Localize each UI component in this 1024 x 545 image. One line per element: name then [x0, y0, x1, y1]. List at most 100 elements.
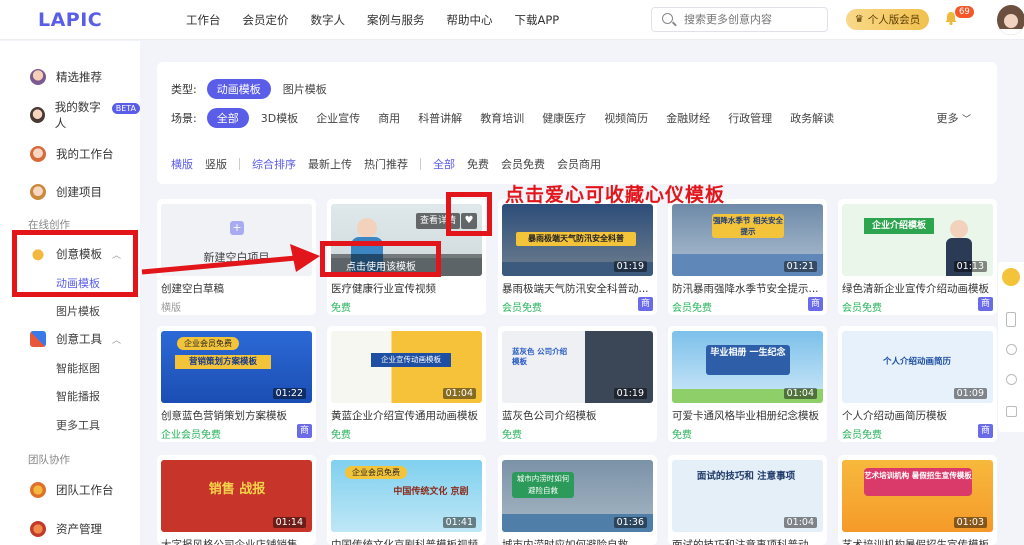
crown-icon: ♛ — [854, 14, 864, 25]
filter-panel: 类型: 动画模板 图片模板 场景: 全部 3D模板 企业宣传 商用 科普讲解 教… — [157, 62, 997, 184]
team-icon — [30, 482, 46, 498]
member-button[interactable]: ♛ 个人版会员 — [846, 9, 929, 30]
scene-admin[interactable]: 行政管理 — [728, 110, 772, 126]
phone-icon[interactable] — [1006, 312, 1016, 327]
sort-popular[interactable]: 热门推荐 — [364, 156, 408, 172]
nav-help[interactable]: 帮助中心 — [447, 12, 493, 28]
nav-pricing[interactable]: 会员定价 — [243, 12, 289, 28]
thumb-title: 营销策划方案模板 — [175, 355, 271, 369]
orientation-landscape[interactable]: 横版 — [171, 156, 193, 172]
template-card-resume[interactable]: 个人介绍动画简历 01:09 个人介绍动画简历模板 会员免费 商 — [838, 326, 997, 442]
thumb-title: 毕业相册 一生纪念 — [706, 345, 790, 375]
template-card-yellow-blue[interactable]: 企业宣传动画模板 01:04 黄蓝企业介绍宣传通用动画模板 免费 — [327, 326, 486, 442]
sort-comprehensive[interactable]: 综合排序 — [252, 156, 296, 172]
logo[interactable]: LAPIC — [38, 9, 102, 31]
price-all[interactable]: 全部 — [433, 156, 455, 172]
nav-digital-human[interactable]: 数字人 — [311, 12, 346, 28]
sidebar-item-label: 精选推荐 — [56, 70, 102, 84]
template-card-sales[interactable]: 销售 战报 01:14 大字报风格公司企业店铺销售... — [157, 455, 316, 545]
sidebar-item-smart-broadcast[interactable]: 智能播报 — [56, 388, 100, 404]
sidebar-item-team-workspace[interactable]: 团队工作台 — [30, 478, 114, 502]
help-icon[interactable] — [1006, 344, 1017, 355]
card-title: 黄蓝企业介绍宣传通用动画模板 — [331, 410, 478, 422]
sort-latest[interactable]: 最新上传 — [308, 156, 352, 172]
template-card-rainstorm[interactable]: 暴雨极端天气防汛安全科普 01:19 暴雨极端天气防汛安全科普动... 会员免费… — [498, 199, 657, 315]
card-tag: 免费 — [672, 430, 692, 441]
nav-workspace[interactable]: 工作台 — [186, 12, 221, 28]
sidebar-item-create-project[interactable]: 创建项目 — [30, 180, 102, 204]
user-avatar[interactable] — [997, 5, 1024, 35]
template-card-blue-gray[interactable]: 蓝灰色 公司介绍模板 01:19 蓝灰色公司介绍模板 免费 — [498, 326, 657, 442]
sidebar-item-featured[interactable]: 精选推荐 — [30, 65, 102, 89]
card-tag: 免费 — [331, 430, 351, 441]
type-label: 类型: — [171, 83, 197, 96]
more-dropdown[interactable]: 更多 ﹀ — [936, 110, 971, 126]
duration-label: 01:09 — [953, 388, 987, 399]
tools-icon — [30, 331, 46, 347]
scene-health[interactable]: 健康医疗 — [542, 110, 586, 126]
top-navbar: LAPIC 工作台 会员定价 数字人 案例与服务 帮助中心 下载APP ♛ 个人… — [0, 0, 1024, 40]
type-animation[interactable]: 动画模板 — [206, 79, 271, 99]
type-filter-row: 类型: 动画模板 图片模板 — [171, 79, 345, 99]
sidebar-item-digital-human[interactable]: 我的数字人 BETA — [30, 100, 140, 130]
sidebar-item-more-tools[interactable]: 更多工具 — [56, 417, 100, 433]
duration-label: 01:19 — [613, 261, 647, 272]
template-card-art-training[interactable]: 艺术培训机构 暑假招生宣传模板 01:03 艺术培训机构暑假招生宣传模板 — [838, 455, 997, 545]
sidebar-item-creative-tools[interactable]: 创意工具 ︿ — [30, 327, 121, 351]
search-box[interactable] — [651, 7, 828, 32]
scene-corporate[interactable]: 企业宣传 — [316, 110, 360, 126]
card-title: 个人介绍动画简历模板 — [842, 410, 947, 422]
scene-filter-row: 场景: 全部 3D模板 企业宣传 商用 科普讲解 教育培训 健康医疗 视频简历 … — [171, 108, 852, 128]
search-input[interactable] — [684, 11, 822, 28]
template-thumb: 企业宣传动画模板 01:04 — [331, 331, 482, 403]
card-tag: 免费 — [331, 303, 351, 314]
scene-science[interactable]: 科普讲解 — [418, 110, 462, 126]
template-card-flood[interactable]: 强降水季节 相关安全提示 01:21 防汛暴雨强降水季节安全提示... 会员免费… — [668, 199, 827, 315]
scene-finance[interactable]: 金融财经 — [666, 110, 710, 126]
card-title: 防汛暴雨强降水季节安全提示... — [672, 283, 819, 295]
scene-resume[interactable]: 视频简历 — [604, 110, 648, 126]
sidebar-item-assets[interactable]: 资产管理 — [30, 517, 102, 541]
notification-badge: 69 — [955, 6, 974, 18]
nav-cases[interactable]: 案例与服务 — [367, 12, 425, 28]
card-tag: 企业会员免费 — [161, 430, 221, 441]
thumb-title: 蓝灰色 公司介绍模板 — [512, 347, 568, 366]
orientation-portrait[interactable]: 竖版 — [205, 156, 227, 172]
scene-all[interactable]: 全部 — [206, 108, 249, 128]
edit-icon[interactable] — [1006, 406, 1017, 417]
type-image[interactable]: 图片模板 — [283, 81, 327, 97]
headset-icon[interactable] — [1006, 374, 1017, 385]
template-card-marketing[interactable]: 企业会员免费 营销策划方案模板 01:22 创意蓝色营销策划方案模板 企业会员免… — [157, 326, 316, 442]
nav-download[interactable]: 下载APP — [515, 12, 560, 28]
annotation-text: 点击爱心可收藏心仪模板 — [505, 184, 726, 206]
beta-badge: BETA — [111, 102, 140, 114]
sidebar-item-workspace[interactable]: 我的工作台 — [30, 142, 114, 166]
template-thumb: 销售 战报 01:14 — [161, 460, 312, 532]
sidebar-item-smart-cutout[interactable]: 智能抠图 — [56, 360, 100, 376]
template-card-interview[interactable]: 面试的技巧和 注意事项 01:04 面试的技巧和注意事项科普动... — [668, 455, 827, 545]
duration-label: 01:14 — [272, 517, 306, 528]
divider — [420, 158, 421, 170]
template-card-waterlogging[interactable]: 城市内涝时如何 避险自救 01:36 城市内涝时应如何避险自救 — [498, 455, 657, 545]
member-label: 个人版会员 — [867, 14, 921, 26]
scene-3d[interactable]: 3D模板 — [261, 110, 298, 126]
price-free[interactable]: 免费 — [467, 156, 489, 172]
price-member-free[interactable]: 会员免费 — [501, 156, 545, 172]
card-title: 医疗健康行业宣传视频 — [331, 283, 436, 295]
sidebar-item-label: 创建项目 — [56, 185, 102, 199]
scene-education[interactable]: 教育培训 — [480, 110, 524, 126]
sidebar-item-label: 创意工具 — [56, 332, 102, 346]
price-member-commercial[interactable]: 会员商用 — [557, 156, 601, 172]
template-card-corporate-intro[interactable]: 企业介绍模板 01:13 绿色清新企业宣传介绍动画模板 会员免费 商 — [838, 199, 997, 315]
template-card-graduation[interactable]: 毕业相册 一生纪念 01:04 可爱卡通风格毕业相册纪念模板 免费 — [668, 326, 827, 442]
thumb-title: 企业宣传动画模板 — [371, 353, 451, 367]
scene-commercial[interactable]: 商用 — [378, 110, 400, 126]
create-project-icon — [30, 184, 46, 200]
sidebar-item-image-templates[interactable]: 图片模板 — [56, 303, 100, 319]
commercial-badge: 商 — [978, 424, 993, 438]
thumb-title: 中国传统文化 京剧 — [393, 487, 469, 497]
mascot-icon[interactable] — [1002, 268, 1020, 286]
card-title: 大字报风格公司企业店铺销售... — [161, 539, 308, 545]
template-card-opera[interactable]: 企业会员免费 中国传统文化 京剧 01:41 中国传统文化京剧科普模板视频 — [327, 455, 486, 545]
scene-gov[interactable]: 政务解读 — [790, 110, 834, 126]
